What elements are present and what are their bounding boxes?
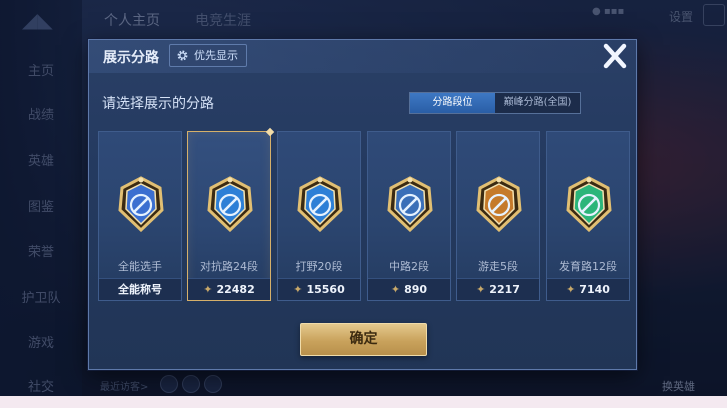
lane-card-footer: ✦ 7140	[547, 278, 629, 300]
lane-card[interactable]: 对抗路24段 ✦ 22482	[187, 127, 275, 301]
points-icon: ✦	[293, 283, 303, 296]
jungle-emblem-icon	[297, 176, 343, 232]
lane-points-value: 15560	[306, 283, 345, 296]
points-icon: ✦	[390, 283, 401, 296]
roam-emblem-icon	[476, 176, 522, 232]
lane-card-name: 中路2段	[389, 260, 429, 273]
lane-card-footer: ✦ 22482	[188, 278, 270, 300]
lane-card[interactable]: 中路2段 ✦ 890	[367, 131, 451, 301]
priority-display-button[interactable]: 优先显示	[169, 44, 247, 67]
lane-card-name: 发育路12段	[559, 260, 617, 273]
tab-lane-rank[interactable]: 分路段位	[410, 93, 495, 113]
priority-display-label: 优先显示	[194, 49, 238, 62]
tab-peak-lane-national[interactable]: 巅峰分路(全国)	[495, 93, 580, 113]
lane-card-name: 打野20段	[295, 260, 343, 273]
lane-card-footer: 全能称号	[99, 278, 181, 300]
lane-card-name: 游走5段	[478, 260, 518, 273]
points-icon: ✦	[566, 283, 576, 296]
confirm-button[interactable]: 确定	[300, 323, 427, 356]
lane-card-name: 对抗路24段	[200, 260, 258, 273]
select-lane-prompt: 请选择展示的分路	[102, 96, 214, 112]
lane-card[interactable]: 游走5段 ✦ 2217	[456, 131, 540, 301]
lane-mode-tabs: 分路段位 巅峰分路(全国)	[409, 92, 581, 114]
lane-card-footer: ✦ 2217	[457, 278, 539, 300]
lane-points-value: 2217	[489, 283, 520, 296]
display-lane-dialog: 展示分路 优先显示 请选择展示的分路 分路段位 巅峰分路(全国) 全能选手全能称…	[88, 39, 637, 370]
clash-lane-emblem-icon	[207, 176, 253, 232]
farm-lane-emblem-icon	[566, 176, 612, 232]
bottom-strip	[0, 396, 727, 408]
lane-card[interactable]: 全能选手 全能称号	[98, 131, 182, 301]
lane-card-footer: ✦ 890	[368, 278, 450, 300]
points-icon: ✦	[476, 283, 486, 296]
lane-points-value: 7140	[579, 283, 610, 296]
lane-card[interactable]: 打野20段 ✦ 15560	[277, 131, 361, 301]
lane-card-footer: ✦ 15560	[278, 278, 360, 300]
all-round-emblem-icon	[118, 176, 164, 232]
mid-lane-emblem-icon	[387, 176, 433, 232]
lane-points-value: 890	[404, 283, 428, 296]
lane-points-value: 22482	[216, 283, 255, 296]
close-icon[interactable]	[598, 42, 632, 72]
lane-title-label: 全能称号	[118, 283, 162, 296]
lane-card-name: 全能选手	[118, 260, 162, 273]
dialog-title: 展示分路	[103, 50, 159, 66]
gear-icon	[177, 50, 188, 61]
points-icon: ✦	[203, 283, 213, 296]
lane-card[interactable]: 发育路12段 ✦ 7140	[546, 131, 630, 301]
selected-corner-marker	[265, 127, 275, 137]
